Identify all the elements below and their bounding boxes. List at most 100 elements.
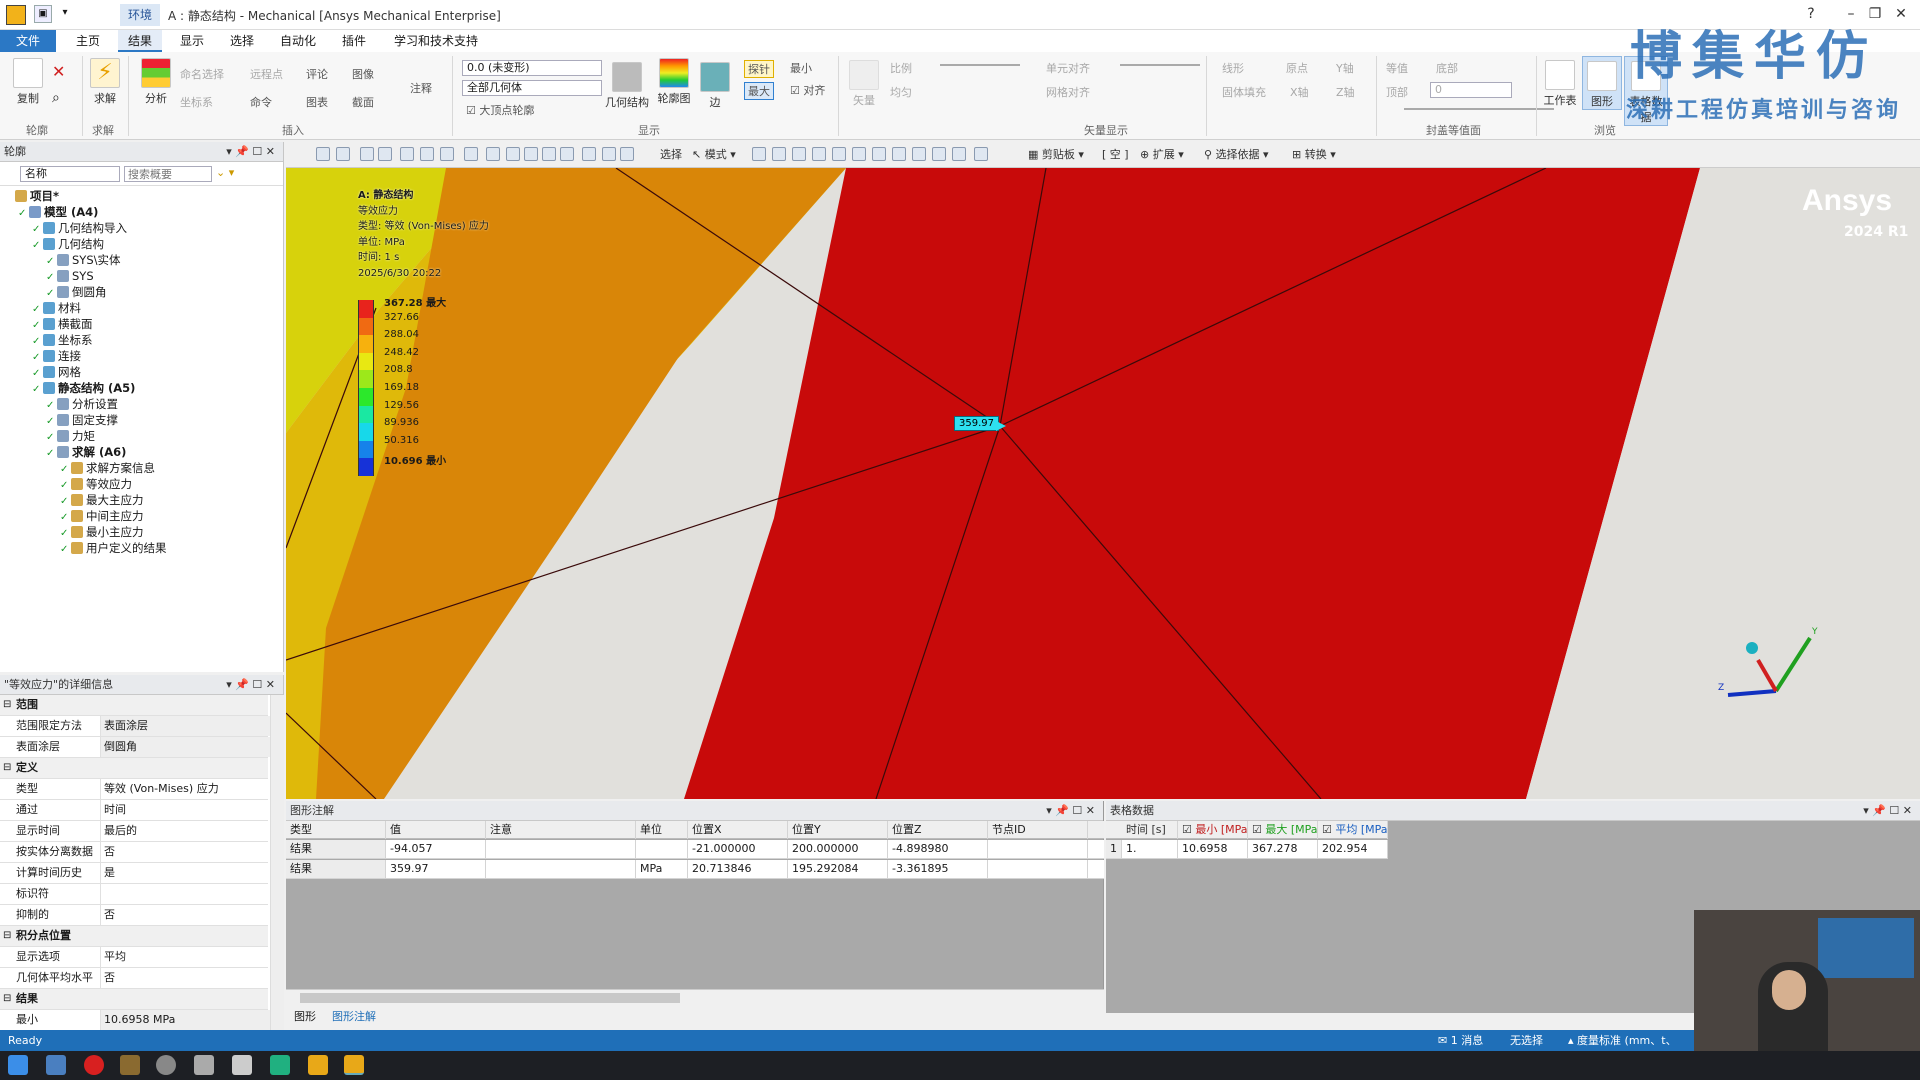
chart-button[interactable]: 图表: [306, 94, 328, 110]
contour-button[interactable]: 轮廓图: [654, 58, 694, 106]
details-value[interactable]: 最后的: [100, 821, 270, 841]
element-align-button[interactable]: 单元对齐: [1046, 60, 1090, 76]
details-row[interactable]: 几何体平均水平否: [0, 968, 268, 989]
tab-graphics-annotation[interactable]: 图形注解: [332, 1008, 376, 1024]
isoline-button[interactable]: 等值: [1386, 60, 1408, 76]
table-cell[interactable]: 1: [1106, 840, 1122, 858]
column-header[interactable]: 注意: [486, 821, 636, 839]
tree-item[interactable]: ✓ 中间主应力: [4, 508, 283, 524]
comment-button[interactable]: 评论: [306, 66, 328, 82]
clipboard-dropdown[interactable]: ▦ 剪贴板 ▾: [1028, 146, 1084, 164]
table-cell[interactable]: -4.898980: [888, 840, 988, 858]
column-header[interactable]: ☑ 平均 [MPa]: [1318, 821, 1388, 839]
details-scrollbar[interactable]: [270, 695, 284, 1031]
details-row[interactable]: 标识符: [0, 884, 268, 905]
table-cell[interactable]: 结果: [286, 840, 386, 858]
details-value[interactable]: [100, 884, 270, 904]
tree-item[interactable]: ✓ 固定支撑: [4, 412, 283, 428]
tree-item[interactable]: ✓ 倒圆角: [4, 284, 283, 300]
details-value[interactable]: 倒圆角: [100, 737, 270, 757]
selection-filter-icon[interactable]: [772, 147, 786, 161]
cap-value-input[interactable]: 0: [1430, 82, 1512, 98]
selection-filter-icon[interactable]: [792, 147, 806, 161]
graph-button[interactable]: 图形: [1582, 56, 1622, 110]
filter-dropdown-icon[interactable]: ⌄ ▾: [216, 166, 234, 179]
table-row[interactable]: 结果 -94.057 -21.000000 200.000000 -4.898980: [286, 840, 1104, 859]
tree-item[interactable]: ✓ 几何结构: [4, 236, 283, 252]
table-row[interactable]: 结果 359.97 MPa 20.713846 195.292084 -3.361895: [286, 860, 1104, 879]
details-row[interactable]: 按实体分离数据否: [0, 842, 268, 863]
menu-file[interactable]: 文件: [0, 30, 57, 52]
tab-graphics[interactable]: 图形: [294, 1008, 316, 1024]
details-row[interactable]: 通过 时间: [0, 800, 268, 821]
table-cell[interactable]: [486, 860, 636, 878]
quick-access-dropdown-icon[interactable]: ▾: [58, 5, 72, 23]
details-value[interactable]: 等效 (Von-Mises) 应力: [100, 779, 270, 799]
view-tool-icon[interactable]: [420, 147, 434, 161]
taskbar-app-icon[interactable]: [120, 1055, 140, 1075]
tree-item[interactable]: ✓ 网格: [4, 364, 283, 380]
view-tool-icon[interactable]: [400, 147, 414, 161]
selection-filter-icon[interactable]: [892, 147, 906, 161]
view-tool-icon[interactable]: [582, 147, 596, 161]
edges-button[interactable]: 边: [698, 62, 732, 110]
delete-icon[interactable]: ✕: [52, 62, 65, 81]
table-cell[interactable]: [988, 840, 1088, 858]
context-tab-environment[interactable]: 环境: [120, 4, 161, 26]
table-cell[interactable]: [636, 840, 688, 858]
analysis-button[interactable]: 分析: [138, 58, 174, 106]
start-menu-icon[interactable]: [8, 1055, 28, 1075]
tree-item[interactable]: ✓ 几何结构导入: [4, 220, 283, 236]
close-window-icon[interactable]: ✕: [1890, 4, 1912, 24]
tree-item[interactable]: ✓ 横截面: [4, 316, 283, 332]
tree-item[interactable]: ✓ 坐标系: [4, 332, 283, 348]
taskbar-app-icon[interactable]: [270, 1055, 290, 1075]
table-cell[interactable]: -3.361895: [888, 860, 988, 878]
annotation-hscrollbar[interactable]: [286, 989, 1104, 1005]
column-header[interactable]: 值: [386, 821, 486, 839]
series-checkbox[interactable]: ☑: [1252, 823, 1265, 836]
column-header[interactable]: ☑ 最大 [MPa]: [1248, 821, 1318, 839]
view-tool-icon[interactable]: [486, 147, 500, 161]
solid-fill-button[interactable]: 固体填充: [1222, 84, 1266, 100]
section-button[interactable]: 截面: [352, 94, 374, 110]
table-cell[interactable]: 10.6958: [1178, 840, 1248, 858]
table-cell[interactable]: -94.057: [386, 840, 486, 858]
selection-filter-icon[interactable]: [912, 147, 926, 161]
tree-item[interactable]: ✓ 等效应力: [4, 476, 283, 492]
details-row[interactable]: 显示时间 最后的: [0, 821, 268, 842]
tree-item[interactable]: ✓ 静态结构 (A5): [4, 380, 283, 396]
cap-slider[interactable]: [1404, 108, 1554, 110]
menu-display[interactable]: 显示: [170, 30, 214, 52]
tree-item[interactable]: ✓ 最大主应力: [4, 492, 283, 508]
tree-item[interactable]: ✓ SYS: [4, 268, 283, 284]
extend-dropdown[interactable]: ⊕ 扩展 ▾: [1140, 146, 1184, 164]
details-value[interactable]: 否: [100, 842, 270, 862]
tree-item[interactable]: ✓ 连接: [4, 348, 283, 364]
view-tool-icon[interactable]: [360, 147, 374, 161]
view-tool-icon[interactable]: [506, 147, 520, 161]
table-row[interactable]: 1 1. 10.6958 367.278 202.954: [1106, 840, 1388, 859]
details-value[interactable]: 时间: [100, 800, 270, 820]
tree-item[interactable]: ✓ 力矩: [4, 428, 283, 444]
table-cell[interactable]: 20.713846: [688, 860, 788, 878]
tree-item[interactable]: ✓ 模型 (A4): [4, 204, 283, 220]
tree-item[interactable]: ✓ 分析设置: [4, 396, 283, 412]
selection-filter-icon[interactable]: [974, 147, 988, 161]
details-value[interactable]: 否: [100, 905, 270, 925]
selection-filter-icon[interactable]: [872, 147, 886, 161]
origin-button[interactable]: 原点: [1286, 60, 1308, 76]
tree-item[interactable]: ✓ 求解方案信息: [4, 460, 283, 476]
details-row[interactable]: 显示选项 平均: [0, 947, 268, 968]
table-cell[interactable]: [486, 840, 636, 858]
details-row[interactable]: 最小 10.6958 MPa: [0, 1010, 270, 1031]
table-cell[interactable]: 359.97: [386, 860, 486, 878]
panel-controls-icon[interactable]: ▾ 📌 ☐ ✕: [226, 675, 275, 695]
selection-filter-icon[interactable]: [952, 147, 966, 161]
tree-item[interactable]: 项目*: [4, 188, 283, 204]
details-row[interactable]: 类型 等效 (Von-Mises) 应力: [0, 779, 268, 800]
details-row[interactable]: 表面涂层 倒圆角: [0, 737, 270, 758]
ratio-button[interactable]: 比例: [890, 60, 912, 76]
axis-triad[interactable]: Y Z: [1718, 598, 1848, 708]
column-header[interactable]: 位置Y: [788, 821, 888, 839]
